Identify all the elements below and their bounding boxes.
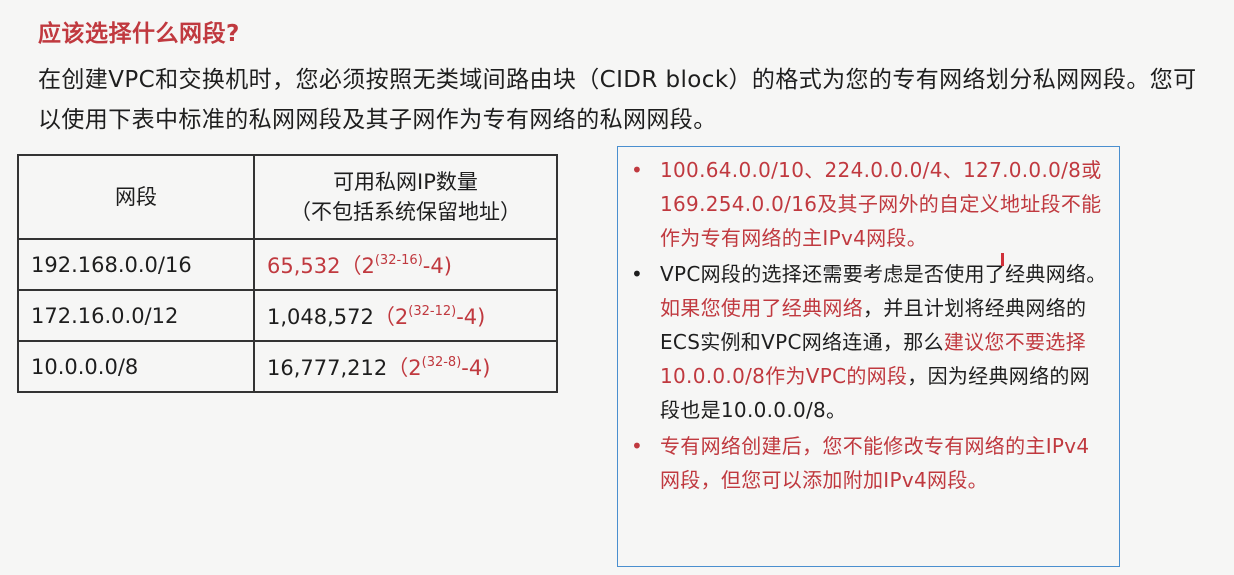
cidr-table: 网段 可用私网IP数量 （不包括系统保留地址） 192.168.0.0/16 6… xyxy=(17,154,558,393)
table-row: 172.16.0.0/12 1,048,572（2(32-12)-4) xyxy=(17,289,558,342)
count-cell: 1,048,572（2(32-12)-4) xyxy=(253,289,558,342)
formula-exponent: (32-16) xyxy=(374,252,423,268)
formula-close: -4) xyxy=(456,304,486,329)
header-segment: 网段 xyxy=(17,154,255,240)
text-cursor-icon xyxy=(1001,253,1004,266)
note-text: VPC网段的选择还需要考虑是否使用了经典网络。 xyxy=(660,262,1107,286)
segment-cell: 192.168.0.0/16 xyxy=(17,238,255,291)
count-cell: 65,532（2(32-16)-4) xyxy=(253,238,558,291)
segment-cell: 10.0.0.0/8 xyxy=(17,340,255,393)
note-text: 专有网络创建后，您不能修改专有网络的主IPv4网段，但您可以添加附加IPv4网段… xyxy=(660,434,1090,492)
bullet-icon: • xyxy=(630,434,644,458)
table-row: 10.0.0.0/8 16,777,212（2(32-8)-4) xyxy=(17,340,558,393)
count-value: 65,532 xyxy=(267,253,341,278)
count-value: 16,777,212 xyxy=(267,355,388,380)
note-text-highlight: 如果您使用了经典网络 xyxy=(660,296,863,320)
intro-paragraph: 在创建VPC和交换机时，您必须按照无类域间路由块（CIDR block）的格式为… xyxy=(38,67,1197,133)
formula-close: -4) xyxy=(461,355,491,380)
header-ip-count-line2: （不包括系统保留地址） xyxy=(290,200,521,224)
section-heading: 应该选择什么网段? xyxy=(38,21,240,47)
note-immutable-primary: • 专有网络创建后，您不能修改专有网络的主IPv4网段，但您可以添加附加IPv4… xyxy=(630,429,1109,497)
formula-open: （2 xyxy=(373,304,409,329)
table-row: 192.168.0.0/16 65,532（2(32-16)-4) xyxy=(17,238,558,291)
note-reserved-ranges: • 100.64.0.0/10、224.0.0.0/4、127.0.0.0/8或… xyxy=(630,153,1109,255)
header-ip-count: 可用私网IP数量 （不包括系统保留地址） xyxy=(253,154,558,240)
bullet-icon: • xyxy=(630,158,644,182)
note-text: 100.64.0.0/10、224.0.0.0/4、127.0.0.0/8或16… xyxy=(660,158,1102,250)
note-classic-network: • VPC网段的选择还需要考虑是否使用了经典网络。如果您使用了经典网络，并且计划… xyxy=(630,257,1109,427)
formula-close: -4) xyxy=(422,253,452,278)
count-value: 1,048,572 xyxy=(267,304,374,329)
formula-exponent: (32-12) xyxy=(408,303,457,319)
formula-exponent: (32-8) xyxy=(421,354,462,370)
notes-box: • 100.64.0.0/10、224.0.0.0/4、127.0.0.0/8或… xyxy=(617,146,1120,567)
formula-open: （2 xyxy=(387,355,422,380)
header-ip-count-line1: 可用私网IP数量 xyxy=(333,170,478,194)
count-cell: 16,777,212（2(32-8)-4) xyxy=(253,340,558,393)
bullet-icon: • xyxy=(630,262,644,286)
table-header-row: 网段 可用私网IP数量 （不包括系统保留地址） xyxy=(17,154,558,240)
formula-open: （2 xyxy=(340,253,375,278)
segment-cell: 172.16.0.0/12 xyxy=(17,289,255,342)
